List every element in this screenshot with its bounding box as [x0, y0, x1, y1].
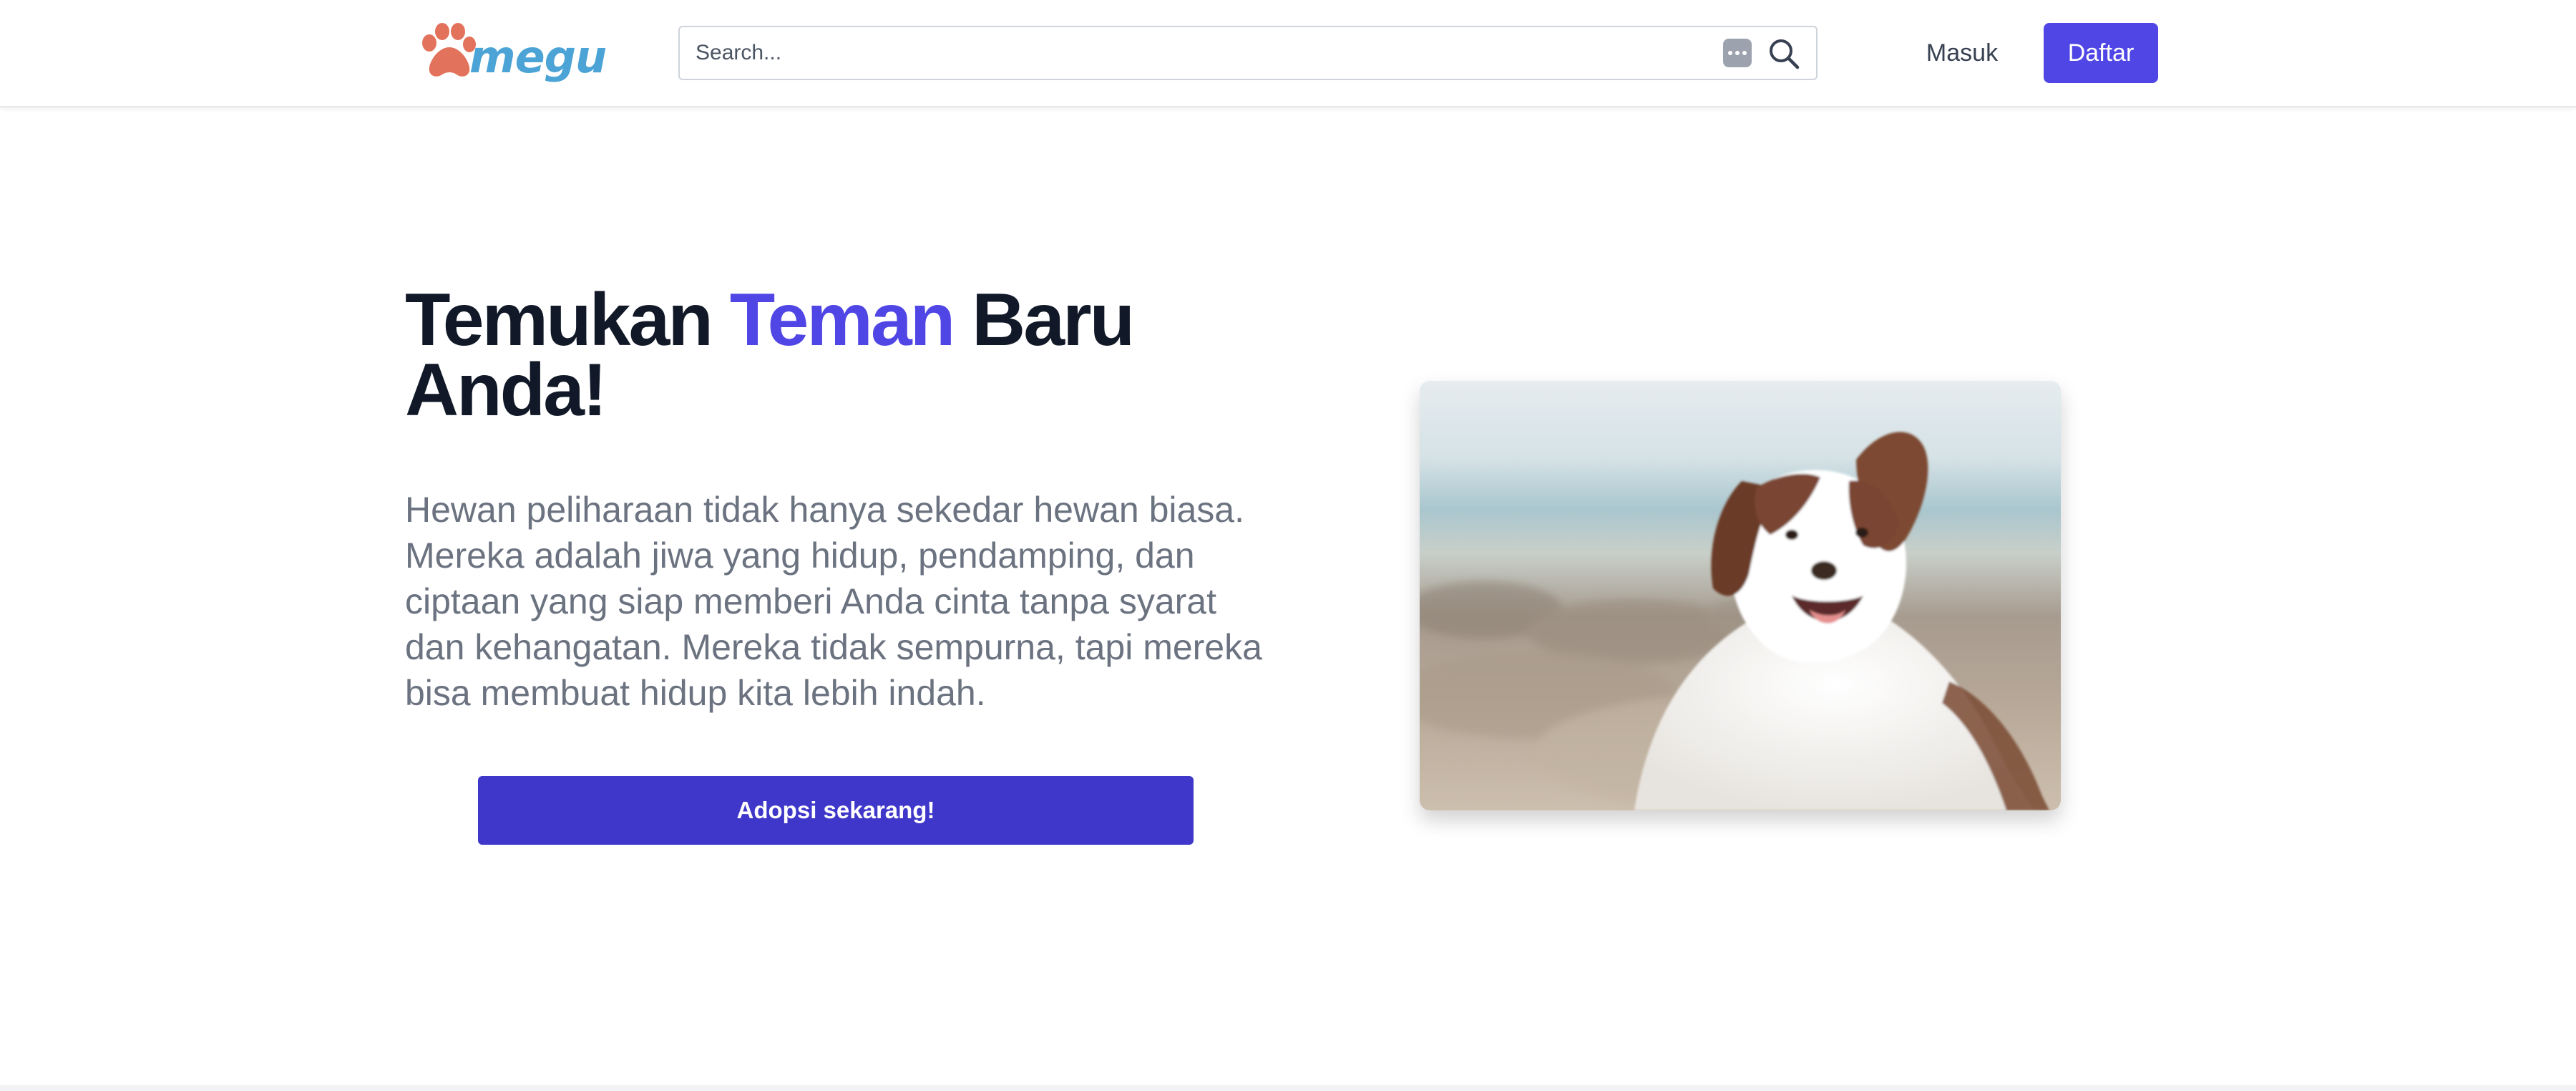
search-bar: [678, 26, 1818, 80]
dog-photo-illustration: [1420, 381, 2061, 810]
hero-dog-image: [1420, 381, 2061, 810]
adopt-now-button[interactable]: Adopsi sekarang!: [478, 776, 1194, 845]
hero-title: Temukan Teman Baru Anda!: [405, 283, 1135, 427]
brand-name: megu: [469, 31, 607, 83]
footer-divider: [0, 1085, 2576, 1091]
search-icon[interactable]: [1767, 37, 1800, 70]
brand-logo[interactable]: megu: [418, 21, 607, 83]
register-button[interactable]: Daftar: [2044, 23, 2158, 83]
search-input[interactable]: [696, 27, 1654, 79]
navbar: megu Masuk Daftar: [0, 0, 2576, 107]
hero-description: Hewan peliharaan tidak hanya sekedar hew…: [405, 490, 1262, 713]
hero-title-accent: Teman: [729, 278, 955, 362]
login-link[interactable]: Masuk: [1908, 26, 2016, 80]
more-dots-icon[interactable]: [1723, 39, 1752, 67]
